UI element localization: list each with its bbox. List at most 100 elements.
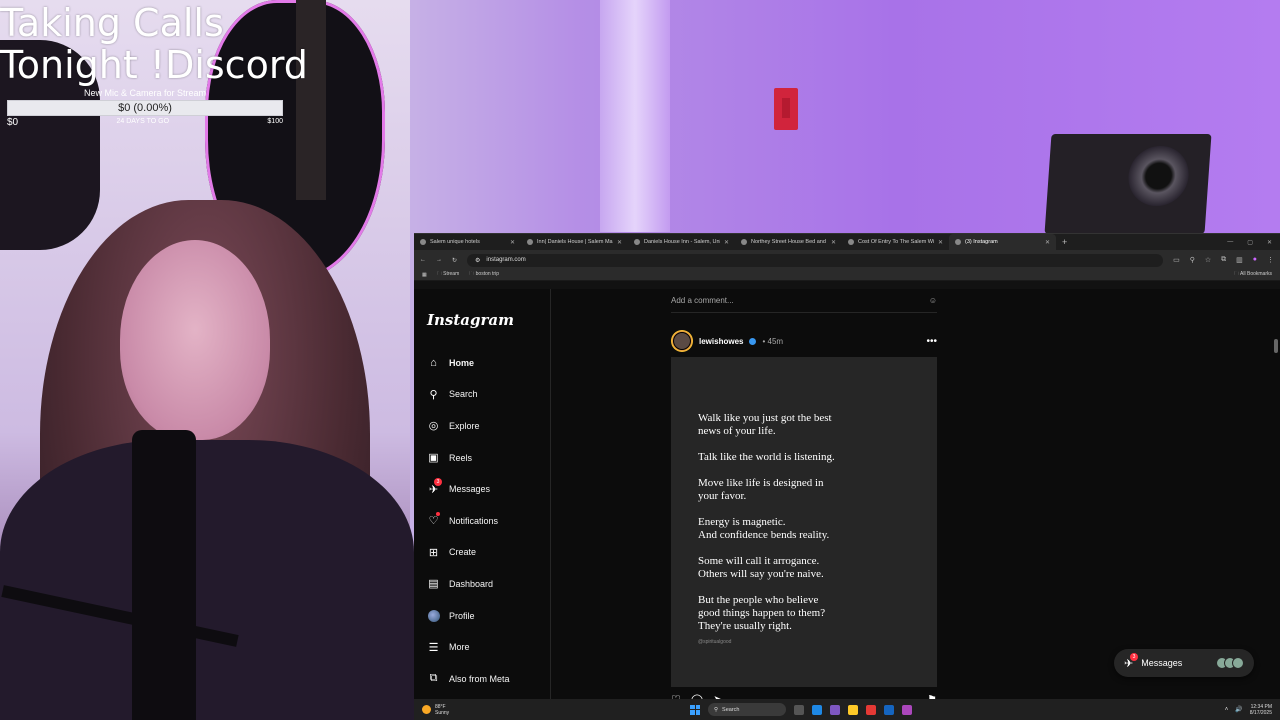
site-info-icon[interactable]: ⚙: [475, 257, 480, 264]
extensions-icon[interactable]: ⧉: [1221, 256, 1226, 264]
forward-icon[interactable]: →: [436, 257, 442, 263]
search-icon: ⚲: [714, 706, 719, 713]
all-bookmarks[interactable]: 🗀 All Bookmarks: [1234, 271, 1272, 279]
streamer-face: [120, 240, 270, 440]
tab-favicon-icon: [955, 239, 961, 245]
stream-title-line1: Taking Calls: [0, 1, 224, 45]
notification-dot: [436, 512, 440, 517]
nav-item-home[interactable]: ⌂ Home: [427, 347, 550, 379]
weather-widget[interactable]: 88°F Sunny: [422, 704, 449, 716]
comment-placeholder: Add a comment...: [671, 296, 734, 305]
nav-item-search[interactable]: ⚲ Search: [427, 379, 550, 411]
back-icon[interactable]: ←: [420, 257, 426, 263]
tab-close-icon[interactable]: ✕: [724, 239, 729, 246]
apps-icon[interactable]: ▦: [422, 272, 427, 278]
zoom-icon[interactable]: ⚲: [1190, 256, 1195, 264]
post-text-paragraph: Energy is magnetic. And confidence bends…: [698, 516, 830, 541]
close-window-button[interactable]: ✕: [1267, 239, 1272, 246]
emoji-icon[interactable]: ☺: [929, 296, 937, 305]
browser-tab[interactable]: Salem unique hotels ✕: [414, 234, 521, 250]
messages-pill-label: Messages: [1141, 658, 1183, 668]
minimize-button[interactable]: —: [1227, 239, 1233, 246]
tab-strip: Salem unique hotels ✕ Inn| Daniels House |…: [414, 234, 1280, 250]
goal-progress-bar: $0 (0.00%): [7, 100, 283, 116]
clock[interactable]: 12:34 PM 8/17/2025: [1250, 704, 1272, 716]
tab-close-icon[interactable]: ✕: [1045, 239, 1050, 246]
maximize-button[interactable]: ▢: [1247, 239, 1253, 246]
goal-days-left: 24 DAYS TO GO: [116, 118, 170, 125]
cast-icon[interactable]: ▭: [1173, 256, 1180, 264]
post-image-handle: @spiritualgood: [698, 639, 732, 645]
tab-title: Cost Of Entry To The Salem Wi: [858, 239, 934, 245]
tab-close-icon[interactable]: ✕: [510, 239, 515, 246]
teams-icon[interactable]: [830, 704, 840, 715]
browser-tab[interactable]: Inn| Daniels House | Salem Ma ✕: [521, 234, 628, 250]
nav-item-more[interactable]: ☰ More: [427, 631, 550, 663]
more-options-icon[interactable]: •••: [926, 336, 937, 347]
bookmark-boston-trip[interactable]: 🗀 boston trip: [469, 271, 499, 279]
menu-kebab-icon[interactable]: ⋮: [1267, 256, 1274, 264]
nav-label: Messages: [449, 484, 491, 495]
url-text: instagram.com: [486, 257, 526, 263]
profile-icon[interactable]: ●: [1253, 256, 1257, 264]
nav-item-dashboard[interactable]: ▤ Dashboard: [427, 568, 550, 600]
steam-icon[interactable]: [884, 704, 894, 715]
post-author-avatar[interactable]: [671, 330, 693, 352]
tray-chevron-icon[interactable]: ˄: [1225, 707, 1229, 713]
instagram-sidebar: Instagram ⌂ Home ⚲ Search ◎ Explore ▣ Reels ✈ 3 Me…: [414, 289, 551, 700]
post-image[interactable]: Walk like you just got the best news of …: [671, 357, 937, 687]
address-bar[interactable]: ⚙ instagram.com: [467, 253, 1164, 267]
weather-desc: Sunny: [435, 709, 450, 716]
chrome-icon[interactable]: [866, 704, 876, 715]
edge-icon[interactable]: [812, 704, 822, 715]
browser-tab[interactable]: Northey Street House Bed and ✕: [735, 234, 842, 250]
profile-avatar-icon: [427, 609, 440, 622]
reload-icon[interactable]: ↻: [452, 257, 457, 264]
browser-tab[interactable]: Daniels House Inn - Salem, Uni ✕: [628, 234, 735, 250]
browser-tab[interactable]: (3) Instagram ✕: [949, 234, 1056, 250]
tab-favicon-icon: [420, 239, 426, 245]
dashboard-icon: ▤: [428, 578, 439, 591]
nav-label: Create: [449, 547, 477, 558]
messages-pill[interactable]: ✈ 3 Messages: [1114, 649, 1254, 677]
nav-item-create[interactable]: ⊞ Create: [427, 537, 550, 569]
feed: Add a comment... ☺ lewishowes • 45m ••• …: [671, 289, 937, 706]
scrollbar[interactable]: [1274, 339, 1278, 353]
sidepanel-icon[interactable]: ▥: [1236, 256, 1243, 264]
nav-label: Explore: [449, 420, 480, 431]
meta-icon: ⧉: [429, 672, 438, 685]
obs-icon[interactable]: [902, 704, 912, 715]
nav-item-messages[interactable]: ✈ 3 Messages: [427, 473, 550, 505]
taskbar-search[interactable]: ⚲ Search: [708, 703, 786, 716]
post-username[interactable]: lewishowes: [699, 337, 743, 346]
speaker: [1044, 134, 1212, 234]
post-header: lewishowes • 45m •••: [671, 321, 937, 361]
tab-favicon-icon: [741, 239, 747, 245]
goal-title: New Mic & Camera for Stream: [83, 88, 207, 98]
nav-item-reels[interactable]: ▣ Reels: [427, 442, 550, 474]
browser-tab[interactable]: Cost Of Entry To The Salem Wi ✕: [842, 234, 949, 250]
streamer-shirt: [0, 440, 414, 720]
nav-item-also-from-meta[interactable]: ⧉ Also from Meta: [427, 663, 550, 695]
nav-item-notifications[interactable]: ♡ Notifications: [427, 505, 550, 537]
microphone: [132, 430, 196, 720]
instagram-logo[interactable]: Instagram: [427, 311, 550, 329]
task-view-icon[interactable]: [794, 704, 804, 715]
nav-item-profile[interactable]: Profile: [427, 600, 550, 632]
comment-input[interactable]: Add a comment... ☺: [671, 289, 937, 313]
nav-label: Also from Meta: [449, 673, 510, 684]
file-explorer-icon[interactable]: [848, 704, 858, 715]
nav-label: Notifications: [449, 515, 499, 526]
message-avatars: [1216, 657, 1244, 669]
tab-close-icon[interactable]: ✕: [617, 239, 622, 246]
new-tab-button[interactable]: +: [1056, 237, 1073, 247]
stream-title: Taking Calls Tonight !Discord: [0, 2, 308, 86]
tab-close-icon[interactable]: ✕: [938, 239, 943, 246]
post-text-paragraph: But the people who believe good things h…: [698, 594, 826, 632]
bookmark-stream[interactable]: 🗀 Stream: [437, 271, 460, 279]
volume-icon[interactable]: 🔊: [1235, 706, 1242, 713]
bookmark-star-icon[interactable]: ☆: [1205, 256, 1211, 264]
start-button[interactable]: [690, 704, 700, 715]
nav-item-explore[interactable]: ◎ Explore: [427, 410, 550, 442]
tab-close-icon[interactable]: ✕: [831, 239, 836, 246]
